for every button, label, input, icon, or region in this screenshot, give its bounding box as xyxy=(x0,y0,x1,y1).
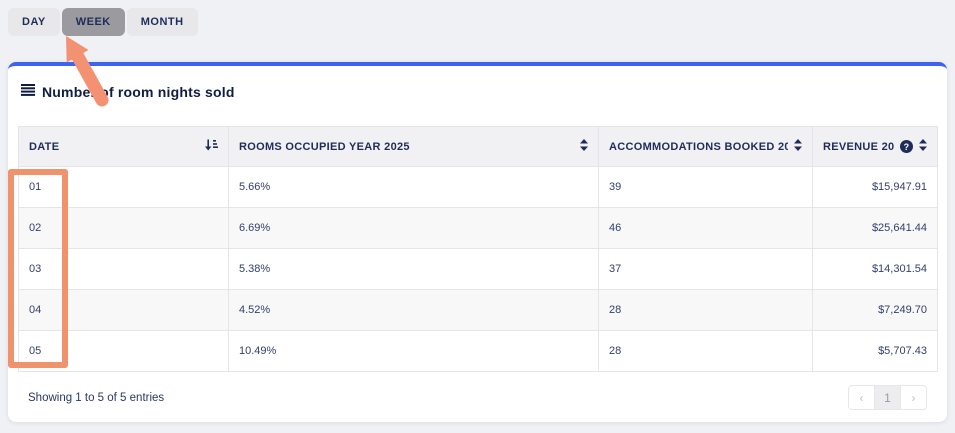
cell-revenue: $25,641.44 xyxy=(813,208,938,249)
entries-summary: Showing 1 to 5 of 5 entries xyxy=(28,392,164,404)
column-label: REVENUE 2025 xyxy=(823,141,894,153)
cell-date: 05 xyxy=(19,331,229,372)
period-toggle-group: DAY WEEK MONTH xyxy=(8,8,198,36)
table-row: 04 4.52% 28 $7,249.70 xyxy=(19,290,938,331)
cell-accommodations-booked: 28 xyxy=(599,331,813,372)
table-footer: Showing 1 to 5 of 5 entries ‹ 1 › xyxy=(28,385,927,410)
column-label: ACCOMMODATIONS BOOKED 2025 xyxy=(609,141,788,153)
data-table-container: DATE xyxy=(18,126,937,410)
card-header: Number of room nights sold xyxy=(21,83,947,101)
cell-accommodations-booked: 46 xyxy=(599,208,813,249)
cell-date: 02 xyxy=(19,208,229,249)
cell-rooms-occupied: 5.38% xyxy=(229,249,599,290)
cell-revenue: $7,249.70 xyxy=(813,290,938,331)
table-row: 02 6.69% 46 $25,641.44 xyxy=(19,208,938,249)
cell-accommodations-booked: 37 xyxy=(599,249,813,290)
pagination-prev-button[interactable]: ‹ xyxy=(848,385,875,410)
cell-date: 04 xyxy=(19,290,229,331)
table-row: 05 10.49% 28 $5,707.43 xyxy=(19,331,938,372)
column-label: DATE xyxy=(29,141,59,153)
day-button[interactable]: DAY xyxy=(8,8,60,36)
column-header-revenue[interactable]: REVENUE 2025 ? xyxy=(813,127,938,167)
table-row: 03 5.38% 37 $14,301.54 xyxy=(19,249,938,290)
cell-accommodations-booked: 28 xyxy=(599,290,813,331)
cell-accommodations-booked: 39 xyxy=(599,167,813,208)
sort-both-icon xyxy=(580,139,588,154)
cell-date: 01 xyxy=(19,167,229,208)
cell-date: 03 xyxy=(19,249,229,290)
sort-both-icon xyxy=(794,139,802,154)
cell-rooms-occupied: 10.49% xyxy=(229,331,599,372)
column-header-date[interactable]: DATE xyxy=(19,127,229,167)
cell-revenue: $5,707.43 xyxy=(813,331,938,372)
week-button[interactable]: WEEK xyxy=(62,8,125,36)
list-icon xyxy=(21,83,35,101)
table-row: 01 5.66% 39 $15,947.91 xyxy=(19,167,938,208)
sort-amount-asc-icon xyxy=(205,139,218,154)
cell-rooms-occupied: 5.66% xyxy=(229,167,599,208)
month-button[interactable]: MONTH xyxy=(127,8,198,36)
room-nights-table: DATE xyxy=(18,126,938,372)
column-header-rooms-occupied[interactable]: ROOMS OCCUPIED YEAR 2025 xyxy=(229,127,599,167)
room-nights-card: Number of room nights sold DATE xyxy=(8,62,947,422)
table-header-row: DATE xyxy=(19,127,938,167)
help-icon[interactable]: ? xyxy=(900,140,913,153)
page-title: Number of room nights sold xyxy=(42,84,235,100)
column-header-accommodations-booked[interactable]: ACCOMMODATIONS BOOKED 2025 xyxy=(599,127,813,167)
cell-revenue: $14,301.54 xyxy=(813,249,938,290)
sort-both-icon xyxy=(919,139,927,154)
pagination-next-button[interactable]: › xyxy=(900,385,927,410)
cell-rooms-occupied: 6.69% xyxy=(229,208,599,249)
pagination-page-1-button[interactable]: 1 xyxy=(874,385,901,410)
column-label: ROOMS OCCUPIED YEAR 2025 xyxy=(239,141,410,153)
cell-rooms-occupied: 4.52% xyxy=(229,290,599,331)
cell-revenue: $15,947.91 xyxy=(813,167,938,208)
pagination: ‹ 1 › xyxy=(848,385,927,410)
